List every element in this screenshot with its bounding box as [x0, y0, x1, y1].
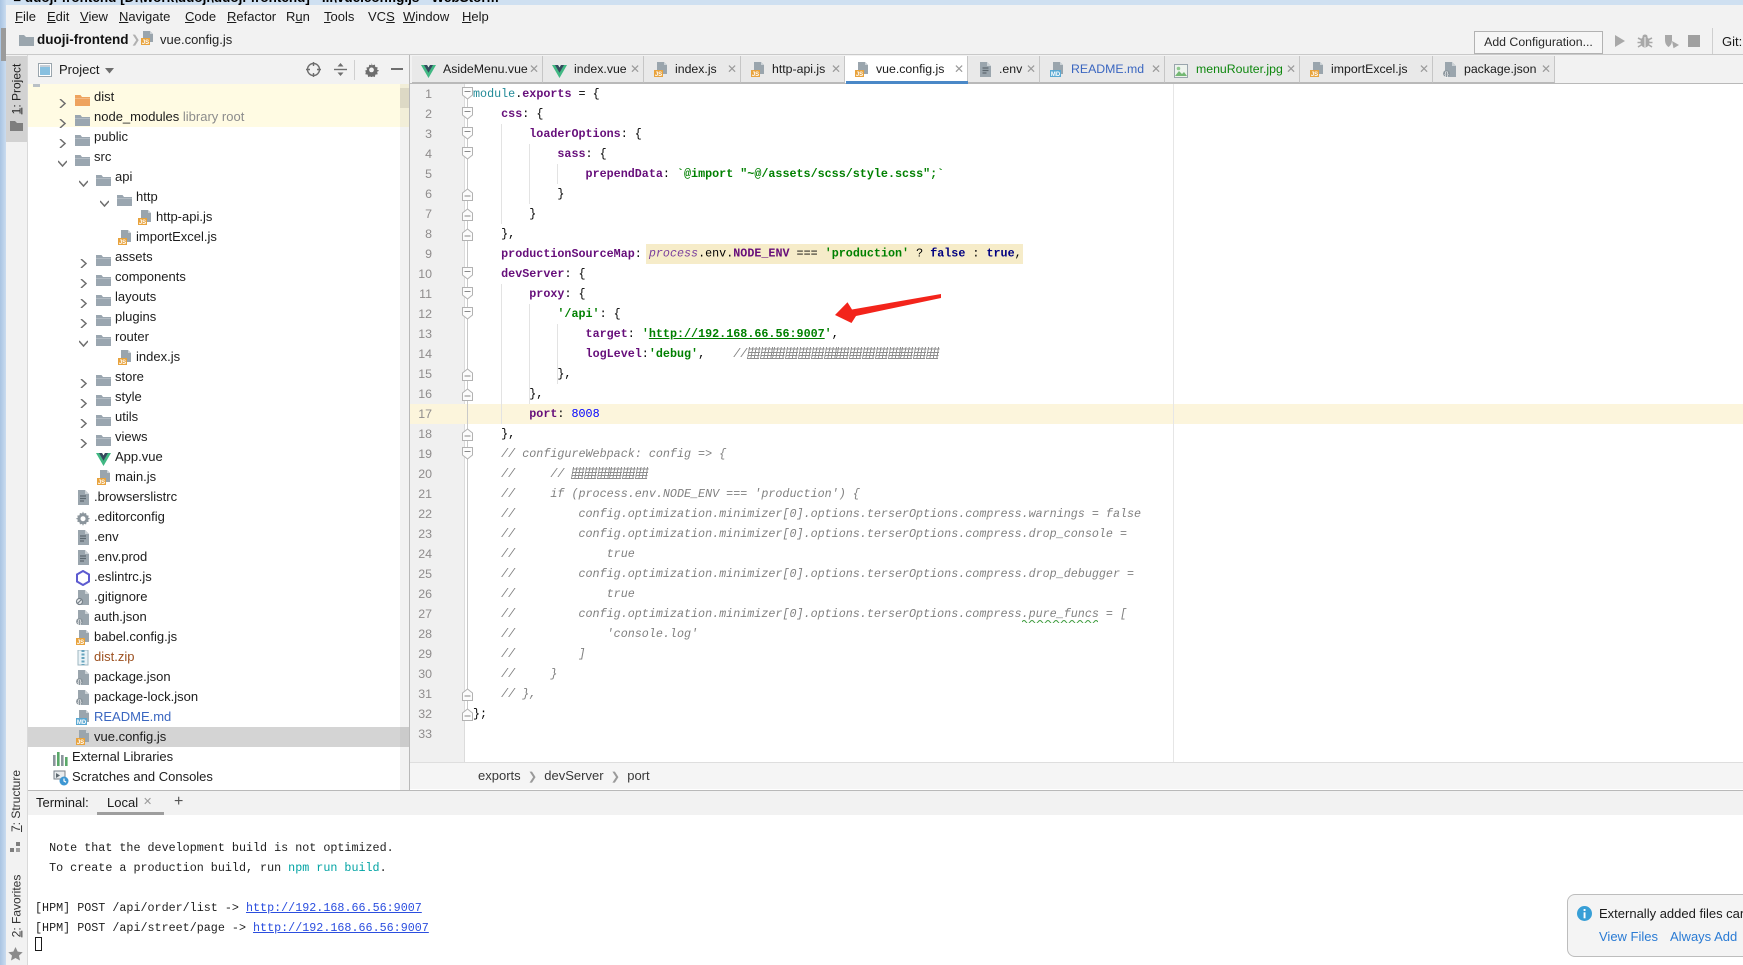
svg-text:JS: JS: [119, 360, 126, 366]
svg-text:JS: JS: [142, 40, 149, 46]
svg-text:JS: JS: [139, 220, 146, 226]
svg-text:JS: JS: [77, 640, 84, 646]
svg-text:JS: JS: [856, 72, 863, 78]
svg-text:MD: MD: [1051, 72, 1061, 78]
svg-text:JS: JS: [752, 72, 759, 78]
svg-text:MD: MD: [77, 720, 87, 726]
svg-text:JS: JS: [98, 480, 105, 486]
svg-text:JS: JS: [655, 72, 662, 78]
svg-text:JS: JS: [77, 740, 84, 746]
svg-text:JS: JS: [1311, 72, 1318, 78]
svg-text:JS: JS: [119, 240, 126, 246]
